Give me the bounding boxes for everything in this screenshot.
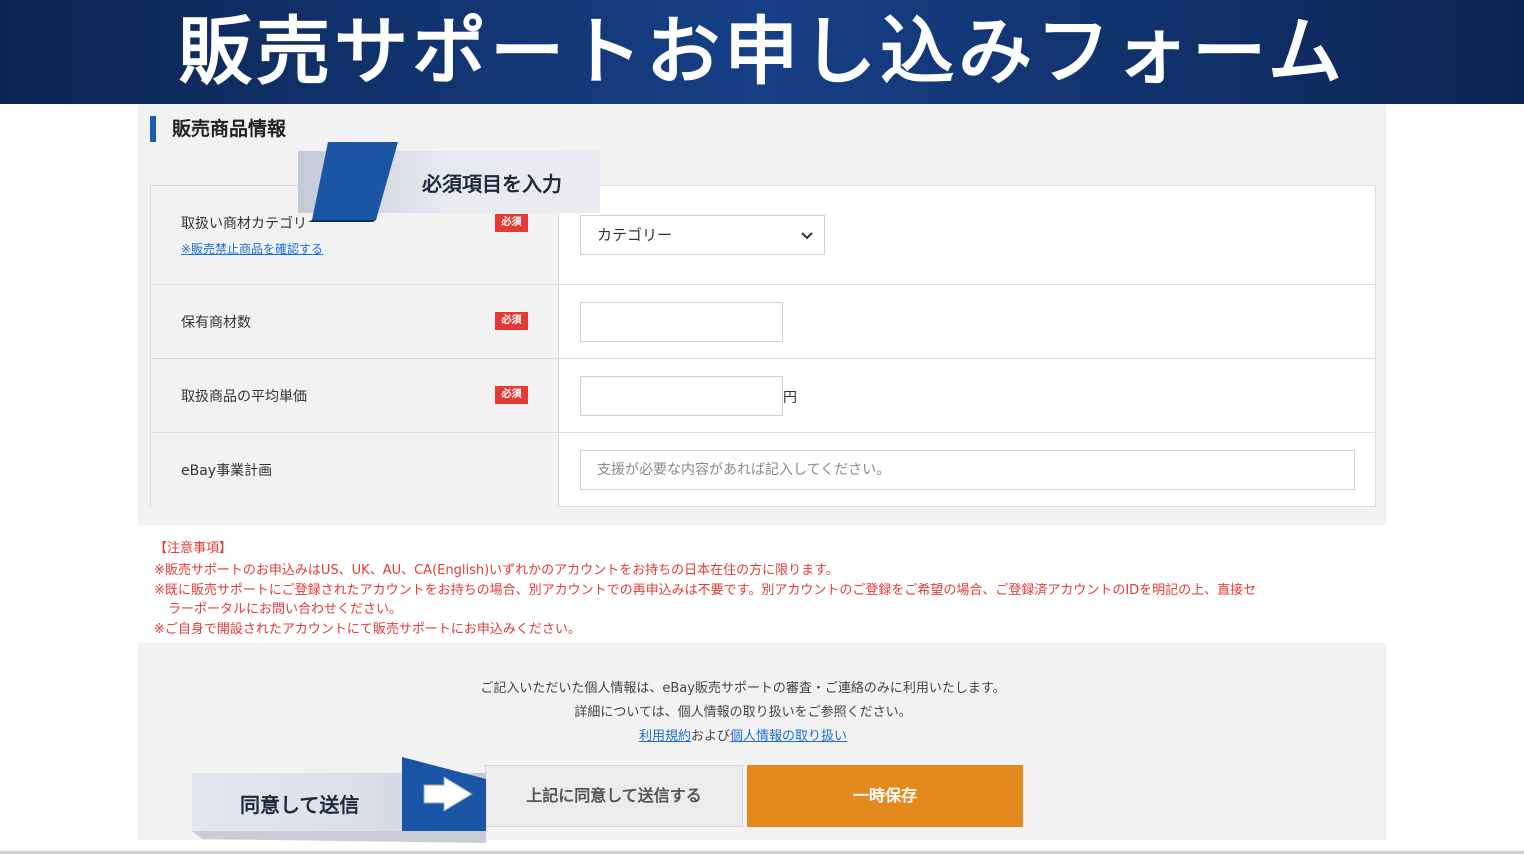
yen-unit: 円 (783, 390, 797, 406)
label-cell: eBay事業計画 (151, 433, 559, 507)
item-count-label: 保有商材数 (181, 315, 251, 331)
note-item: ※既に販売サポートにご登録されたアカウントをお持ちの場合、別アカウントでの再申込… (154, 583, 1257, 598)
label-cell: 保有商材数 必須 (151, 285, 559, 358)
chevron-down-icon (801, 232, 813, 240)
average-price-label: 取扱商品の平均単価 (181, 389, 307, 405)
policy-links: 利用規約および個人情報の取り扱い (138, 725, 1348, 744)
form-row-item-count: 保有商材数 必須 (151, 285, 1375, 359)
category-label: 取扱い商材カテゴリ (181, 216, 307, 232)
note-item: ※販売サポートのお申込みはUS、UK、AU、CA(English)いずれかのアカ… (154, 563, 839, 578)
note-item-continued: ラーポータルにお問い合わせください。 (168, 602, 403, 617)
average-price-input[interactable] (580, 376, 783, 416)
header-banner: 販売サポートお申し込みフォーム (0, 0, 1524, 104)
category-select-value: カテゴリー (597, 226, 673, 244)
section-title: 販売商品情報 (150, 116, 286, 142)
save-draft-button[interactable]: 一時保存 (747, 765, 1023, 827)
form-row-average-price: 取扱商品の平均単価 必須 円 (151, 359, 1375, 433)
agree-send-callout: 同意して送信 (192, 757, 486, 843)
product-info-form: 取扱い商材カテゴリ ※販売禁止商品を確認する 必須 カテゴリー 保有商材数 必須… (150, 185, 1376, 507)
required-badge: 必須 (495, 386, 528, 404)
agree-submit-button[interactable]: 上記に同意して送信する (485, 765, 743, 827)
privacy-policy-link[interactable]: 個人情報の取り扱い (730, 729, 847, 744)
business-plan-label: eBay事業計画 (181, 463, 273, 479)
required-badge: 必須 (495, 312, 528, 330)
callout-label: 必須項目を入力 (422, 172, 562, 196)
page-title: 販売サポートお申し込みフォーム (178, 9, 1346, 95)
note-item: ※ご自身で開設されたアカウントにて販売サポートにお申込みください。 (154, 622, 581, 637)
label-cell: 取扱商品の平均単価 必須 (151, 359, 559, 432)
business-plan-input[interactable] (580, 450, 1355, 490)
callout-label: 同意して送信 (240, 793, 360, 817)
notes-heading: 【注意事項】 (154, 541, 233, 556)
privacy-notice: ご記入いただいた個人情報は、eBay販売サポートの審査・ご連絡のみに利用いたしま… (480, 681, 1006, 696)
prohibited-items-link[interactable]: ※販売禁止商品を確認する (181, 240, 323, 257)
form-row-business-plan: eBay事業計画 (151, 433, 1375, 507)
privacy-detail: 詳細については、個人情報の取り扱いをご参照ください。 (574, 705, 912, 720)
required-input-callout: 必須項目を入力 (298, 142, 600, 222)
and-text: および (690, 729, 730, 744)
category-select[interactable]: カテゴリー (580, 215, 825, 255)
terms-link[interactable]: 利用規約 (639, 729, 691, 744)
item-count-input[interactable] (580, 302, 783, 342)
